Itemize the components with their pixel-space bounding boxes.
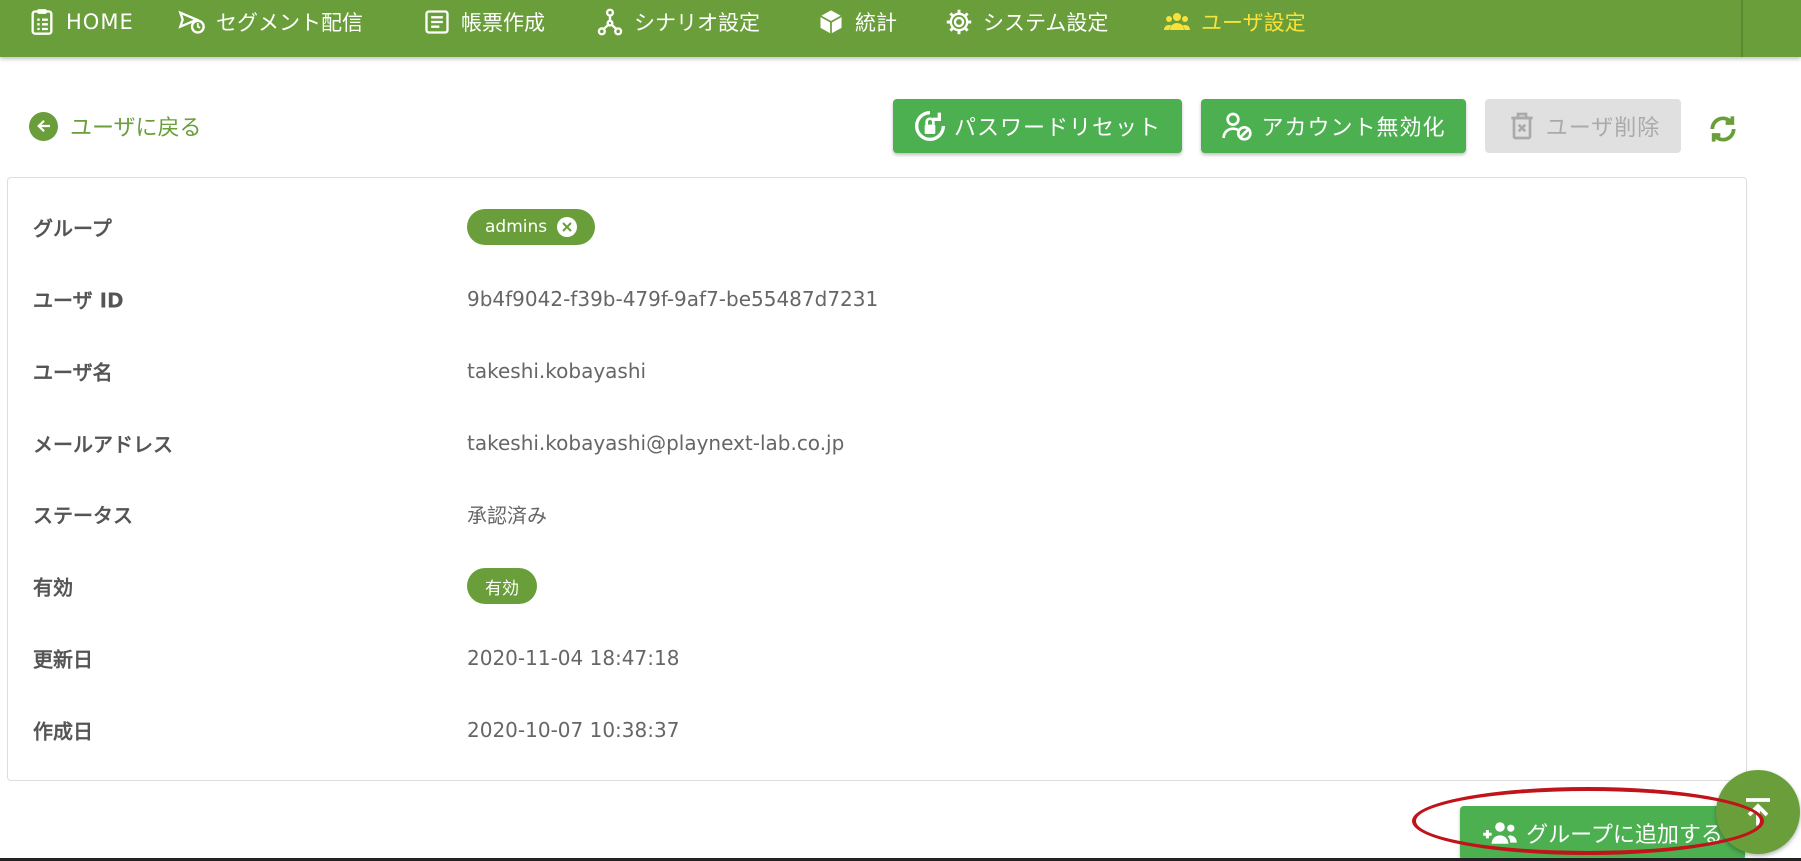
graph-nodes-icon — [597, 8, 623, 36]
detail-row-updated: 更新日 2020-11-04 18:47:18 — [8, 628, 1746, 688]
nav-divider — [1741, 0, 1743, 57]
email-value: takeshi.kobayashi@playnext-lab.co.jp — [467, 431, 845, 455]
close-icon[interactable] — [557, 217, 578, 237]
cube-icon — [820, 10, 842, 34]
nav-user-settings[interactable]: ユーザ設定 — [1163, 0, 1306, 44]
user-id-label: ユーザ ID — [33, 288, 124, 313]
document-list-icon — [425, 10, 449, 34]
nav-system-settings-label: システム設定 — [983, 11, 1109, 35]
updated-label: 更新日 — [33, 647, 93, 672]
arrow-up-to-line-icon — [1746, 798, 1770, 826]
detail-row-email: メールアドレス takeshi.kobayashi@playnext-lab.c… — [8, 413, 1746, 473]
gear-icon — [946, 9, 972, 35]
nav-segment-delivery[interactable]: セグメント配信 — [178, 0, 363, 44]
add-to-group-label: グループに追加する — [1526, 823, 1723, 848]
user-id-value: 9b4f9042-f39b-479f-9af7-be55487d7231 — [467, 287, 879, 311]
nav-scenario-settings-label: シナリオ設定 — [634, 11, 760, 35]
add-user-group-icon — [1483, 822, 1517, 844]
lock-reset-icon — [914, 111, 945, 141]
detail-row-status: ステータス 承認済み — [8, 484, 1746, 544]
created-label: 作成日 — [33, 719, 93, 744]
group-chip[interactable]: admins — [467, 209, 596, 245]
delete-user-label: ユーザ削除 — [1545, 116, 1661, 141]
nav-system-settings[interactable]: システム設定 — [945, 0, 1108, 44]
nav-scenario-settings[interactable]: シナリオ設定 — [596, 0, 760, 44]
trash-icon — [1511, 112, 1533, 140]
nav-report-creation-label: 帳票作成 — [461, 11, 545, 35]
enabled-label: 有効 — [33, 575, 73, 600]
user-detail-card: グループ admins ユーザ ID 9b4f9042-f39b-479f-9a… — [7, 177, 1747, 781]
detail-row-group: グループ admins — [8, 197, 1746, 257]
delete-user-button[interactable]: ユーザ削除 — [1485, 99, 1681, 153]
nav-home-label: HOME — [66, 10, 134, 34]
enabled-chip-label: 有効 — [485, 578, 519, 599]
password-reset-button[interactable]: パスワードリセット — [893, 99, 1182, 153]
users-icon — [1164, 13, 1190, 30]
top-navigation-bar: HOME セグメント配信 帳票作成 シナリオ設定 統計 システム設定 ユーザ設定 — [0, 0, 1801, 57]
nav-segment-delivery-label: セグメント配信 — [216, 11, 363, 35]
scroll-to-top-button[interactable] — [1716, 770, 1800, 854]
updated-value: 2020-11-04 18:47:18 — [467, 646, 680, 670]
nav-statistics-label: 統計 — [855, 11, 897, 35]
email-label: メールアドレス — [33, 432, 173, 457]
detail-row-enabled: 有効 有効 — [8, 556, 1746, 616]
username-label: ユーザ名 — [33, 360, 113, 385]
detail-row-username: ユーザ名 takeshi.kobayashi — [8, 341, 1746, 401]
disable-account-label: アカウント無効化 — [1261, 116, 1446, 141]
disable-account-button[interactable]: アカウント無効化 — [1201, 99, 1466, 153]
created-value: 2020-10-07 10:38:37 — [467, 718, 680, 742]
nav-statistics[interactable]: 統計 — [817, 0, 897, 44]
group-chip-label: admins — [485, 217, 548, 237]
nav-report-creation[interactable]: 帳票作成 — [423, 0, 545, 44]
back-link-label: ユーザに戻る — [70, 116, 202, 141]
detail-row-created: 作成日 2020-10-07 10:38:37 — [8, 700, 1746, 760]
username-value: takeshi.kobayashi — [467, 359, 647, 383]
send-clock-icon — [178, 10, 205, 34]
detail-row-user-id: ユーザ ID 9b4f9042-f39b-479f-9af7-be55487d7… — [8, 269, 1746, 329]
enabled-value: 有効 — [467, 568, 537, 604]
add-to-group-button[interactable]: グループに追加する — [1460, 806, 1745, 860]
nav-home[interactable]: HOME — [28, 0, 134, 44]
status-label: ステータス — [33, 503, 133, 528]
clipboard-list-icon — [31, 9, 53, 35]
refresh-icon[interactable] — [1707, 113, 1739, 145]
status-value: 承認済み — [467, 503, 547, 528]
arrow-left-circle-icon — [29, 111, 58, 141]
group-value: admins — [467, 209, 596, 245]
back-to-users-link[interactable]: ユーザに戻る — [29, 111, 202, 141]
password-reset-label: パスワードリセット — [953, 116, 1161, 141]
enabled-chip: 有効 — [467, 568, 537, 604]
group-label: グループ — [33, 216, 112, 241]
nav-user-settings-label: ユーザ設定 — [1201, 11, 1306, 35]
user-disable-icon — [1222, 112, 1253, 141]
